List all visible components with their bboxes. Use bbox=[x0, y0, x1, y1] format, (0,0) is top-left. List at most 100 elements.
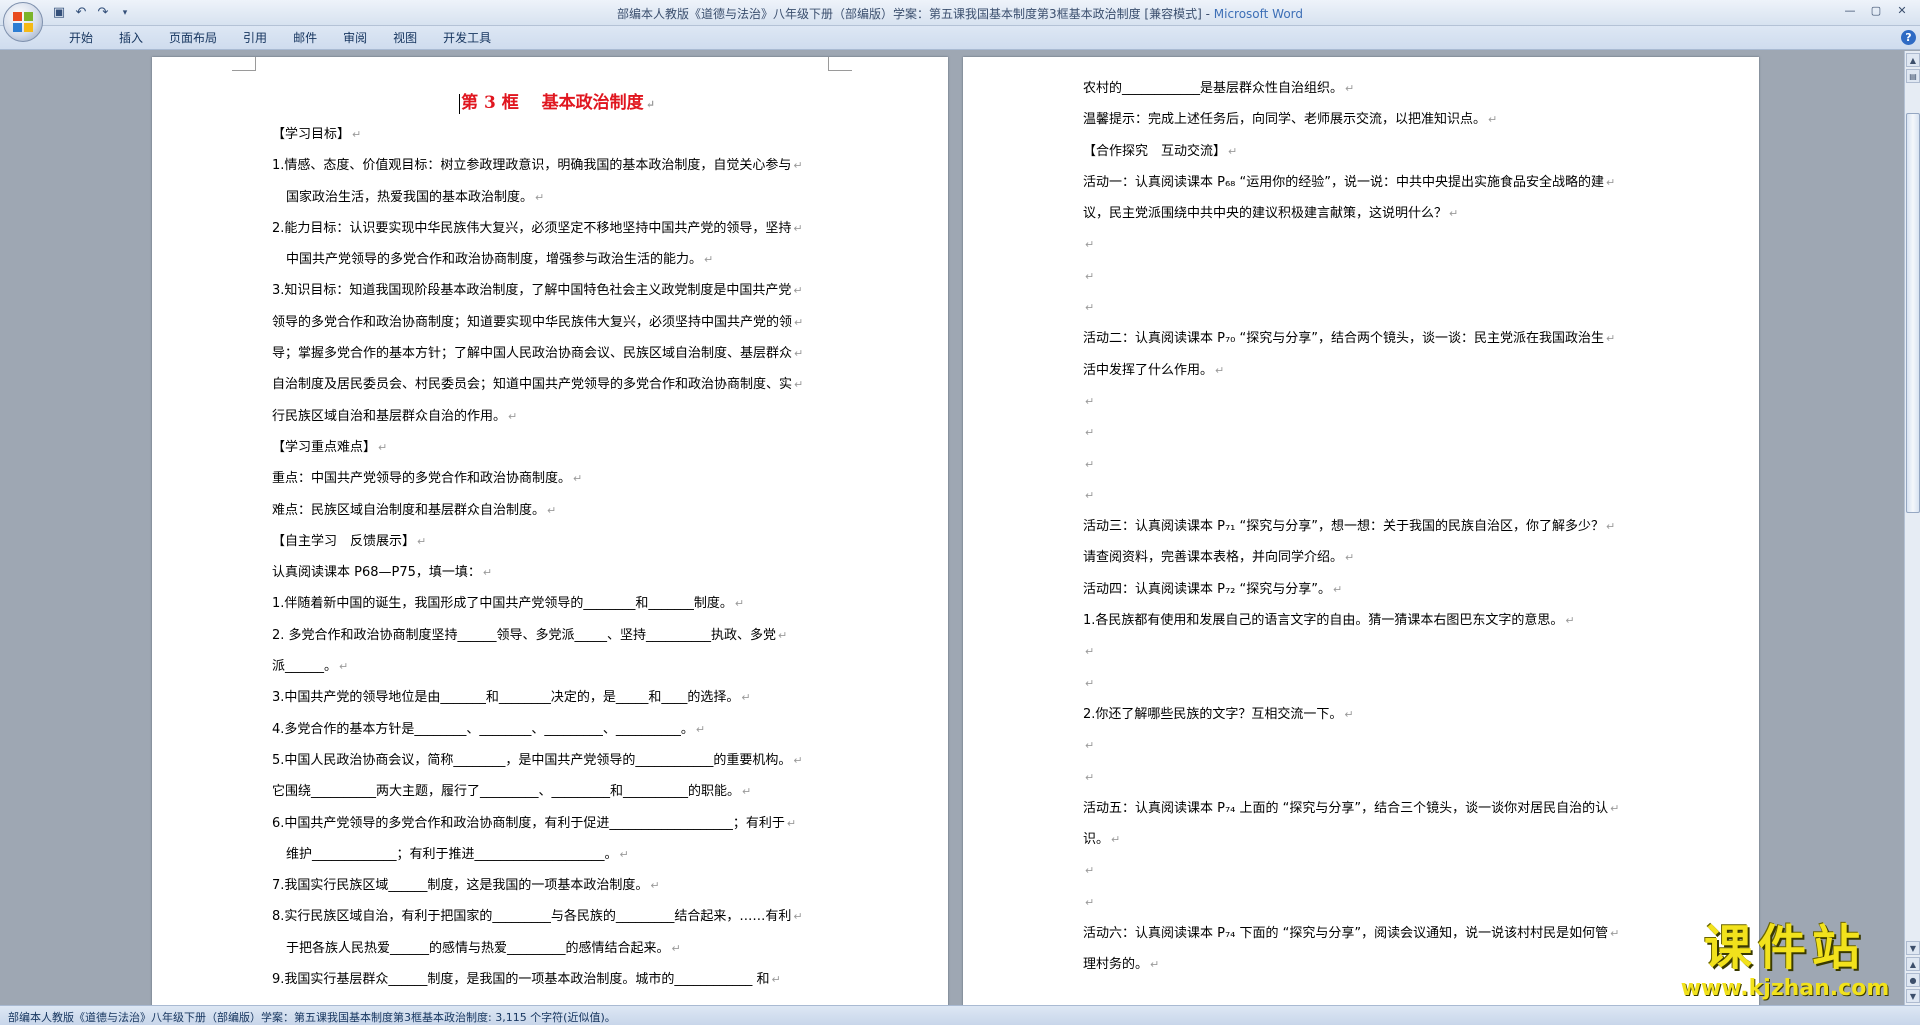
paragraph-text: 活动六：认真阅读课本 P₇₄ 下面的 “探究与分享”，阅读会议通知，说一说该村村… bbox=[1083, 926, 1609, 942]
paragraph-text: 9.我国实行基层群众______制度，是我国的一项基本政治制度。城市的_____… bbox=[272, 972, 770, 988]
paragraph-text: 导；掌握多党合作的基本方针；了解中国人民政治协商会议、民族区域自治制度、基层群众 bbox=[272, 346, 793, 362]
office-button-icon[interactable] bbox=[3, 2, 43, 42]
ribbon-tab-list: 开始 插入 页面布局 引用 邮件 审阅 视图 开发工具 bbox=[56, 30, 504, 46]
paragraph-mark-icon: ↵ bbox=[695, 722, 706, 736]
paragraph-line: 1.各民族都有使用和发展自己的语言文字的自由。猜一猜课本右图巴东文字的意思。 ↵ bbox=[1083, 605, 1653, 636]
paragraph-text: 4.多党合作的基本方针是________、________、_________、… bbox=[272, 721, 694, 737]
paragraph-mark-icon: ↵ bbox=[793, 221, 803, 235]
paragraph-mark-icon: ↵ bbox=[1085, 864, 1095, 878]
maximize-icon[interactable]: ▢ bbox=[1864, 2, 1888, 20]
margin-mark bbox=[828, 57, 852, 71]
text-cursor bbox=[459, 93, 461, 114]
paragraph-mark-icon: ↵ bbox=[1085, 269, 1095, 283]
paragraph-line: 中国共产党领导的多党合作和政治协商制度，增强参与政治生活的能力。 ↵ bbox=[272, 244, 842, 275]
document-area[interactable]: 第 3 框 基本政治制度 ↵ 【学习目标】 ↵ 1.情感、态度、价值观目标：树立参政理… bbox=[0, 51, 1904, 1005]
paragraph-line: ↵ bbox=[1083, 261, 1653, 292]
paragraph-text: 8.实行民族区域自治，有利于把国家的_________与各民族的________… bbox=[272, 909, 792, 925]
close-icon[interactable]: ✕ bbox=[1890, 2, 1914, 20]
paragraph-mark-icon: ↵ bbox=[793, 910, 803, 924]
paragraph-text: 活动五：认真阅读课本 P₇₄ 上面的 “探究与分享”，结合三个镜头，谈一谈你对居… bbox=[1083, 800, 1609, 816]
paragraph-mark-icon: ↵ bbox=[1085, 895, 1095, 909]
paragraph-text: 派______。 bbox=[272, 659, 338, 675]
paragraph-mark-icon: ↵ bbox=[1085, 301, 1095, 315]
ruler-toggle-icon[interactable]: ▤ bbox=[1906, 69, 1920, 83]
paragraph-text: 识。 bbox=[1083, 832, 1110, 848]
paragraph-line: 领导的多党合作和政治协商制度；知道要实现中华民族伟大复兴，必须坚持中国共产党的领… bbox=[272, 307, 842, 338]
paragraph-line: 活动六：认真阅读课本 P₇₄ 下面的 “探究与分享”，阅读会议通知，说一说该村村… bbox=[1083, 918, 1653, 949]
page-1-paragraphs: 【学习目标】 ↵ 1.情感、态度、价值观目标：树立参政理政意识，明确我国的基本政治制… bbox=[272, 119, 842, 995]
page-2[interactable]: 农村的____________是基层群众性自治组织。 ↵ 温馨提示：完成上述任务后，… bbox=[963, 57, 1759, 1005]
paragraph-text: 请查阅资料，完善课本表格，并向同学介绍。 bbox=[1083, 550, 1344, 566]
paragraph-mark-icon: ↵ bbox=[1488, 113, 1498, 127]
paragraph-line: ↵ bbox=[1083, 417, 1653, 448]
paragraph-text: 农村的____________是基层群众性自治组织。 bbox=[1083, 81, 1344, 96]
page-1[interactable]: 第 3 框 基本政治制度 ↵ 【学习目标】 ↵ 1.情感、态度、价值观目标：树立参政理… bbox=[152, 57, 948, 1005]
ribbon-tab[interactable]: 邮件 bbox=[280, 30, 330, 46]
paragraph-mark-icon: ↵ bbox=[1228, 144, 1238, 158]
title-bar: ▣ ↶ ↷ ▾ 部编本人教版《道德与法治》八年级下册（部编版）学案：第五课我国基… bbox=[0, 0, 1920, 26]
paragraph-text: 3.知识目标：知道我国现阶段基本政治制度，了解中国特色社会主义政党制度是中国共产… bbox=[272, 283, 792, 299]
ribbon-tab[interactable]: 插入 bbox=[106, 30, 156, 46]
paragraph-mark-icon: ↵ bbox=[794, 315, 804, 329]
ribbon-tab[interactable]: 开发工具 bbox=[430, 30, 504, 46]
paragraph-line: 维护_____________；有利于推进___________________… bbox=[272, 839, 842, 870]
paragraph-line: 7.我国实行民族区域______制度，这是我国的一项基本政治制度。 ↵ bbox=[272, 870, 842, 901]
paragraph-mark-icon: ↵ bbox=[619, 847, 629, 861]
paragraph-mark-icon: ↵ bbox=[547, 503, 557, 517]
paragraph-text: 认真阅读课本 P68—P75，填一填： bbox=[272, 565, 481, 581]
paragraph-text: 1.伴随着新中国的诞生，我国形成了中国共产党领导的________和______… bbox=[272, 596, 733, 612]
paragraph-text: 活动一：认真阅读课本 P₆₈ “运用你的经验”，说一说：中共中央提出实施食品安全… bbox=[1083, 174, 1604, 190]
ribbon-tab[interactable]: 开始 bbox=[56, 30, 106, 46]
paragraph-line: 6.中国共产党领导的多党合作和政治协商制度，有利于促进_____________… bbox=[272, 808, 842, 839]
paragraph-mark-icon: ↵ bbox=[339, 660, 349, 674]
paragraph-text: 2. 多党合作和政治协商制度坚持______领导、多党派_____、坚持____… bbox=[272, 627, 777, 643]
scroll-up-icon[interactable]: ▲ bbox=[1906, 53, 1920, 67]
paragraph-mark-icon: ↵ bbox=[1085, 676, 1095, 690]
paragraph-line: 8.实行民族区域自治，有利于把国家的_________与各民族的________… bbox=[272, 901, 842, 932]
paragraph-text: 国家政治生活，热爱我国的基本政治制度。 bbox=[286, 189, 534, 205]
paragraph-line: 2.你还了解哪些民族的文字？互相交流一下。 ↵ bbox=[1083, 699, 1653, 730]
scrollbar-thumb[interactable] bbox=[1906, 113, 1920, 513]
paragraph-text: 3.中国共产党的领导地位是由_______和________决定的，是_____… bbox=[272, 690, 740, 706]
paragraph-mark-icon: ↵ bbox=[794, 347, 804, 361]
app-name: Microsoft Word bbox=[1213, 7, 1304, 21]
paragraph-text: 6.中国共产党领导的多党合作和政治协商制度，有利于促进_____________… bbox=[272, 815, 785, 831]
vertical-scrollbar[interactable]: ▲ ▤ ▼ ▲ ● ▼ bbox=[1904, 51, 1920, 1005]
paragraph-line: 1.情感、态度、价值观目标：树立参政理政意识，明确我国的基本政治制度，自觉关心参… bbox=[272, 150, 842, 181]
paragraph-text: 1.各民族都有使用和发展自己的语言文字的自由。猜一猜课本右图巴东文字的意思。 bbox=[1083, 613, 1564, 629]
paragraph-line: 认真阅读课本 P68—P75，填一填： ↵ bbox=[272, 557, 842, 588]
ribbon-tabs: 开始 插入 页面布局 引用 邮件 审阅 视图 开发工具 ? bbox=[0, 26, 1920, 50]
ribbon-tab[interactable]: 视图 bbox=[380, 30, 430, 46]
paragraph-line: ↵ bbox=[1083, 668, 1653, 699]
ribbon-tab[interactable]: 引用 bbox=[230, 30, 280, 46]
lesson-title: 第 3 框 基本政治制度 ↵ bbox=[272, 87, 842, 119]
paragraph-mark-icon: ↵ bbox=[1085, 426, 1095, 440]
minimize-icon[interactable]: — bbox=[1838, 2, 1862, 20]
paragraph-mark-icon: ↵ bbox=[1085, 394, 1095, 408]
page-2-body: 农村的____________是基层群众性自治组织。 ↵ 温馨提示：完成上述任务后，… bbox=[1083, 73, 1653, 981]
paragraph-line: 活中发挥了什么作用。 ↵ bbox=[1083, 355, 1653, 386]
ribbon-tab[interactable]: 审阅 bbox=[330, 30, 380, 46]
paragraph-line: 难点：民族区域自治制度和基层群众自治制度。 ↵ bbox=[272, 495, 842, 526]
paragraph-mark-icon: ↵ bbox=[1345, 551, 1355, 565]
paragraph-mark-icon: ↵ bbox=[535, 190, 545, 204]
paragraph-line: ↵ bbox=[1083, 762, 1653, 793]
paragraph-line: 派______。 ↵ bbox=[272, 651, 842, 682]
help-icon[interactable]: ? bbox=[1901, 30, 1916, 45]
paragraph-text: 【学习目标】 bbox=[272, 127, 351, 142]
paragraph-text: 温馨提示：完成上述任务后，向同学、老师展示交流，以把准知识点。 bbox=[1083, 112, 1487, 128]
paragraph-mark-icon: ↵ bbox=[1085, 457, 1095, 471]
paragraph-mark-icon: ↵ bbox=[793, 753, 803, 767]
paragraph-text: 自治制度及居民委员会、村民委员会；知道中国共产党领导的多党合作和政治协商制度、实 bbox=[272, 377, 793, 393]
ribbon-tab[interactable]: 页面布局 bbox=[156, 30, 230, 46]
paragraph-line: 国家政治生活，热爱我国的基本政治制度。 ↵ bbox=[272, 182, 842, 213]
paragraph-mark-icon: ↵ bbox=[573, 472, 583, 486]
paragraph-mark-icon: ↵ bbox=[1610, 927, 1620, 941]
paragraph-text: 中国共产党领导的多党合作和政治协商制度，增强参与政治生活的能力。 bbox=[286, 252, 703, 268]
paragraph-mark-icon: ↵ bbox=[734, 597, 745, 611]
paragraph-line: 活动二：认真阅读课本 P₇₀ “探究与分享”，结合两个镜头，谈一谈：民主党派在我… bbox=[1083, 323, 1653, 354]
paragraph-line: 9.我国实行基层群众______制度，是我国的一项基本政治制度。城市的_____… bbox=[272, 964, 842, 995]
paragraph-line: 农村的____________是基层群众性自治组织。 ↵ bbox=[1083, 73, 1653, 104]
paragraph-text: 2.你还了解哪些民族的文字？互相交流一下。 bbox=[1083, 706, 1343, 722]
paragraph-text: 活中发挥了什么作用。 bbox=[1083, 362, 1214, 378]
